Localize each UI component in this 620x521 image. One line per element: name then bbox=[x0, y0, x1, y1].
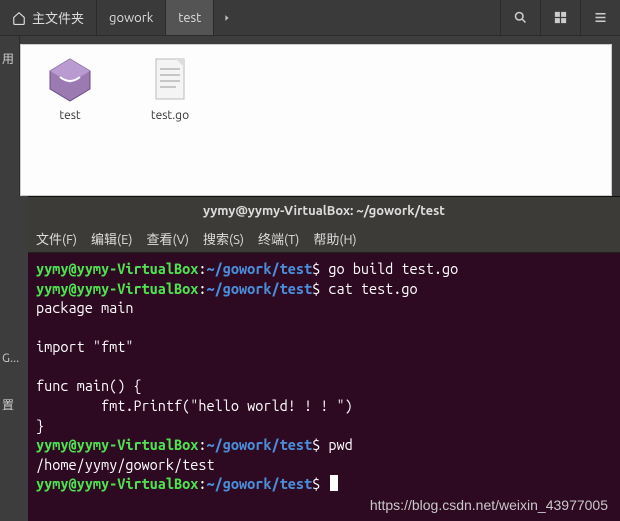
sidebar-partial-label: 置 bbox=[2, 396, 14, 413]
breadcrumb-next[interactable] bbox=[214, 0, 240, 35]
hamburger-icon bbox=[593, 10, 608, 25]
menu-button[interactable] bbox=[580, 0, 620, 35]
file-manager-content[interactable]: test test.go bbox=[20, 44, 612, 196]
terminal-menubar: 文件(F) 编辑(E) 查看(V) 搜索(S) 终端(T) 帮助(H) bbox=[28, 225, 620, 253]
breadcrumb-label: gowork bbox=[109, 11, 153, 25]
view-toggle-button[interactable] bbox=[540, 0, 580, 35]
breadcrumb-home-label: 主文件夹 bbox=[32, 8, 84, 27]
toolbar-right bbox=[500, 0, 620, 35]
breadcrumb-item-test[interactable]: test bbox=[166, 0, 214, 35]
prompt-path: ~/gowork/test bbox=[207, 260, 313, 277]
menu-file[interactable]: 文件(F) bbox=[36, 229, 77, 248]
chevron-right-icon bbox=[222, 13, 232, 23]
text-file-icon bbox=[146, 55, 194, 103]
grid-icon bbox=[553, 10, 568, 25]
menu-view[interactable]: 查看(V) bbox=[147, 229, 189, 248]
terminal-output: func main() { bbox=[36, 377, 142, 394]
file-label: test.go bbox=[135, 109, 205, 122]
terminal-command: cat test.go bbox=[328, 280, 417, 297]
search-button[interactable] bbox=[500, 0, 540, 35]
terminal-output: package main bbox=[36, 299, 133, 316]
menu-terminal[interactable]: 终端(T) bbox=[258, 229, 299, 248]
terminal-cursor bbox=[330, 475, 338, 491]
binary-file-icon bbox=[46, 55, 94, 103]
terminal-output: /home/yymy/gowork/test bbox=[36, 456, 215, 473]
breadcrumb-item-gowork[interactable]: gowork bbox=[97, 0, 166, 35]
file-manager-toolbar: 主文件夹 gowork test bbox=[0, 0, 620, 36]
breadcrumb-home[interactable]: 主文件夹 bbox=[0, 0, 97, 35]
file-label: test bbox=[35, 109, 105, 122]
sidebar-partial-label: G... bbox=[2, 352, 19, 365]
prompt-symbol: $ bbox=[312, 260, 320, 277]
terminal-output: fmt.Printf("hello world! ! ! ") bbox=[36, 397, 353, 414]
breadcrumb-label: test bbox=[178, 11, 201, 25]
terminal-command: pwd bbox=[328, 436, 352, 453]
terminal-output: import "fmt" bbox=[36, 338, 133, 355]
home-icon bbox=[12, 11, 26, 25]
terminal-body[interactable]: yymy@yymy-VirtualBox:~/gowork/test$ go b… bbox=[28, 253, 620, 521]
menu-edit[interactable]: 编辑(E) bbox=[91, 229, 132, 248]
terminal-command: go build test.go bbox=[328, 260, 458, 277]
prompt-user: yymy@yymy-VirtualBox bbox=[36, 260, 198, 277]
menu-help[interactable]: 帮助(H) bbox=[313, 229, 356, 248]
menu-search[interactable]: 搜索(S) bbox=[203, 229, 244, 248]
watermark: https://blog.csdn.net/weixin_43977005 bbox=[370, 496, 608, 515]
file-manager-body: test test.go bbox=[0, 36, 620, 196]
sidebar-partial-label: 用 bbox=[2, 50, 14, 67]
breadcrumb: 主文件夹 gowork test bbox=[0, 0, 500, 35]
file-item-binary[interactable]: test bbox=[35, 55, 105, 122]
file-item-text[interactable]: test.go bbox=[135, 55, 205, 122]
terminal-window: yymy@yymy-VirtualBox: ~/gowork/test 文件(F… bbox=[28, 196, 620, 521]
search-icon bbox=[513, 10, 528, 25]
terminal-title: yymy@yymy-VirtualBox: ~/gowork/test bbox=[28, 197, 620, 225]
terminal-output: } bbox=[36, 417, 44, 434]
